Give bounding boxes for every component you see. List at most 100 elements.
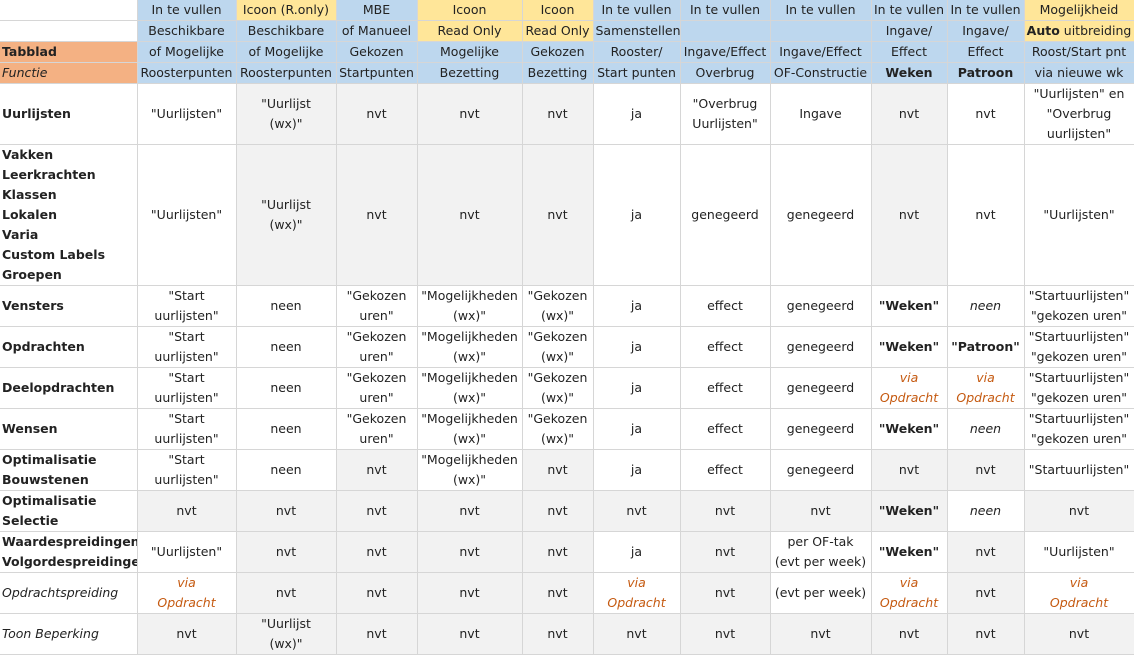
cell-text: nvt — [459, 207, 480, 222]
table-cell: "Weken" — [871, 531, 948, 573]
row-label: Opdrachten — [0, 326, 138, 368]
table-cell: "Patroon" — [947, 326, 1025, 368]
table-cell: genegeerd — [770, 285, 872, 327]
table-row: Waardespreidingen Volgordespreidingen "Uur… — [0, 531, 1134, 573]
table-cell: "Uurlijsten" — [1024, 531, 1134, 573]
cell-text: nvt — [975, 585, 996, 600]
table-cell: neen — [947, 285, 1025, 327]
table-cell: effect — [680, 408, 771, 450]
table-cell: via Opdracht — [593, 572, 681, 614]
cell-text: uren" — [359, 308, 394, 323]
col11-header-line1: Mogelijkheid — [1024, 0, 1134, 21]
col1-header-line4: Roosterpunten — [137, 62, 237, 84]
table-cell: genegeerd — [770, 367, 872, 409]
table-cell: ja — [593, 326, 681, 368]
table-cell: "Startuurlijsten" "gekozen uren" — [1024, 285, 1134, 327]
cell-text: "gekozen uren" — [1030, 349, 1128, 364]
table-cell: ja — [593, 408, 681, 450]
cell-text: Opdracht — [1049, 595, 1109, 610]
table-cell: nvt — [417, 144, 523, 286]
cell-text: nvt — [459, 585, 480, 600]
cell-text: nvt — [1068, 626, 1090, 641]
table-cell: nvt — [336, 613, 418, 655]
table-cell: nvt — [947, 572, 1025, 614]
table-row: Toon Beperking nvt "Uurlijst (wx)" nvt nvt nvt… — [0, 613, 1134, 655]
cell-text: Opdracht — [607, 595, 666, 610]
table-cell: nvt — [336, 531, 418, 573]
cell-text: "Uurlijsten" — [1043, 544, 1115, 559]
cell-text: "Mogelijkheden — [421, 288, 518, 303]
table-cell: neen — [236, 326, 337, 368]
table-cell: nvt — [336, 572, 418, 614]
col8-header-line4: OF-Constructie — [770, 62, 872, 84]
table-cell: nvt — [871, 449, 948, 491]
table-cell: nvt — [336, 449, 418, 491]
col10-header-line2: Ingave/ — [947, 20, 1025, 42]
row-label: Vakken Leerkrachten Klassen Lokalen Varia Cus… — [0, 144, 138, 286]
row-label-line: Custom Labels — [2, 247, 106, 262]
row-label: Waardespreidingen Volgordespreidingen — [0, 531, 138, 573]
row-label: Optimalisatie Selectie — [0, 490, 138, 532]
cell-text: uren" — [359, 431, 394, 446]
cell-text: effect — [707, 298, 743, 313]
col5-header-line4: Bezetting — [522, 62, 594, 84]
table-cell: nvt — [593, 490, 681, 532]
cell-text: nvt — [714, 503, 736, 518]
functie-matrix-table: In te vullen Icoon (R.only) MBE Icoon Ic… — [0, 0, 1134, 655]
cell-text: uurlijsten" — [1046, 126, 1112, 141]
cell-text: "Gekozen — [346, 288, 407, 303]
table-cell: "Mogelijkheden (wx)" — [417, 285, 523, 327]
col4-header-line4: Bezetting — [417, 62, 523, 84]
cell-text: "Start — [168, 452, 205, 467]
col1-header-line3: of Mogelijke — [137, 41, 237, 63]
cell-text: nvt — [626, 503, 647, 518]
col2-header-line2: Beschikbare — [236, 20, 337, 42]
table-cell: "Weken" — [871, 490, 948, 532]
table-cell: nvt — [417, 613, 523, 655]
cell-text: nvt — [714, 585, 736, 600]
table-cell: nvt — [770, 490, 872, 532]
table-cell: "Uurlijsten" — [137, 144, 237, 286]
table-cell: effect — [680, 326, 771, 368]
cell-text: nvt — [459, 626, 480, 641]
table-cell: ja — [593, 144, 681, 286]
col11-header-uitbreiding: uitbreiding — [1059, 23, 1132, 38]
cell-text: "Weken" — [878, 298, 940, 313]
table-cell: "Start uurlijsten" — [137, 367, 237, 409]
cell-text: "Gekozen — [346, 370, 407, 385]
table-cell: nvt — [137, 613, 237, 655]
cell-text: genegeerd — [786, 207, 855, 222]
cell-text: per OF-tak — [787, 534, 854, 549]
cell-text: (wx)" — [269, 217, 303, 232]
table-row: Uurlijsten "Uurlijsten" "Uurlijst (wx)" nvt n… — [0, 83, 1134, 145]
row-label-line: Selectie — [2, 513, 59, 528]
cell-text: "Start — [168, 329, 205, 344]
cell-text: "gekozen uren" — [1030, 390, 1128, 405]
cell-text: nvt — [547, 503, 568, 518]
table-cell: nvt — [336, 83, 418, 145]
row-label: Toon Beperking — [0, 613, 138, 655]
row-label-line: Lokalen — [2, 207, 57, 222]
cell-text: nvt — [1068, 503, 1090, 518]
cell-text: nvt — [975, 106, 996, 121]
cell-text: (wx)" — [269, 636, 303, 651]
cell-text: nvt — [547, 462, 568, 477]
col8-header-line2 — [770, 20, 872, 42]
row-label-line: Vensters — [2, 298, 64, 313]
table-cell: "Mogelijkheden (wx)" — [417, 408, 523, 450]
cell-text: via — [899, 370, 919, 385]
table-cell: nvt — [137, 490, 237, 532]
cell-text: ja — [630, 339, 643, 354]
cell-text: uurlijsten" — [154, 308, 219, 323]
cell-text: ja — [630, 207, 643, 222]
table-cell: "Uurlijst (wx)" — [236, 144, 337, 286]
table-cell: nvt — [522, 572, 594, 614]
row-label-line: Toon Beperking — [2, 626, 99, 641]
cell-text: Ingave — [799, 106, 842, 121]
cell-text: neen — [969, 421, 1002, 436]
row-label-line: Vakken — [2, 147, 54, 162]
row-label-line: Klassen — [2, 187, 57, 202]
cell-text: nvt — [547, 106, 568, 121]
table-cell: "Start uurlijsten" — [137, 449, 237, 491]
col11-header-auto: Auto — [1026, 23, 1060, 38]
